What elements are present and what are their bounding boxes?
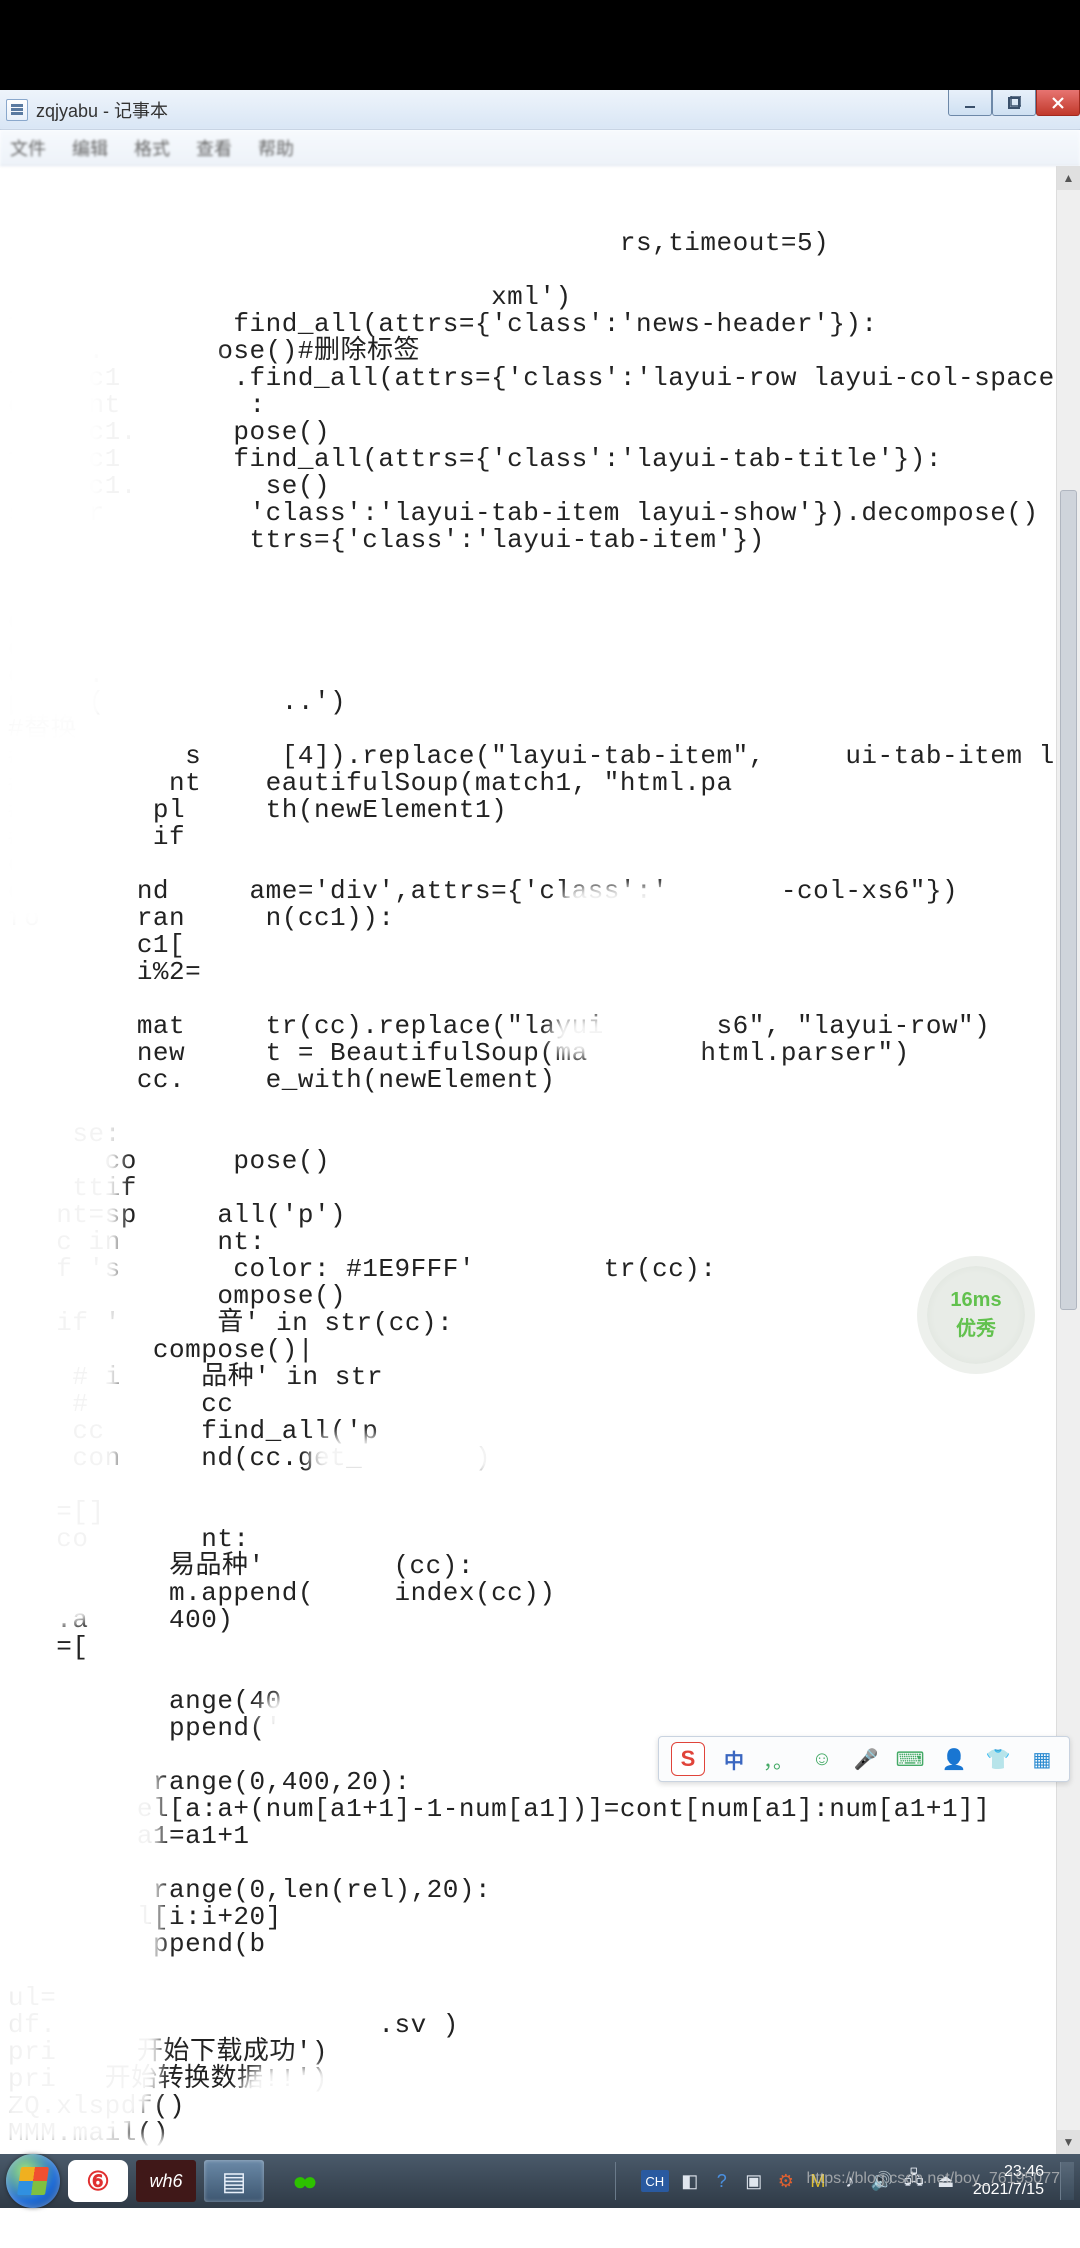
tray-help-icon[interactable]: ? (711, 2170, 733, 2192)
menu-edit[interactable]: 编辑 (72, 135, 108, 161)
menu-format[interactable]: 格式 (134, 135, 170, 161)
menu-file[interactable]: 文件 (10, 135, 46, 161)
ime-voice-icon[interactable]: 🎤 (851, 1744, 881, 1774)
watermark: https://blog.csdn.net/boy_76195077 (806, 2170, 1060, 2188)
notepad-icon (6, 99, 28, 121)
show-desktop-button[interactable] (1060, 2162, 1074, 2200)
menu-view[interactable]: 查看 (196, 135, 232, 161)
tray-separator (615, 2162, 631, 2200)
vertical-scrollbar[interactable]: ▲ ▼ (1056, 166, 1080, 2154)
ime-lang[interactable]: 中 (719, 1744, 749, 1774)
ping-label: 优秀 (956, 1312, 996, 1341)
taskbar-item-notepad[interactable]: ▤ (204, 2160, 264, 2202)
ime-skin-icon[interactable]: 👕 (983, 1744, 1013, 1774)
minimize-button[interactable] (948, 90, 992, 116)
taskbar-item-wh6[interactable]: wh6 (136, 2160, 196, 2202)
menubar[interactable]: 文件 编辑 格式 查看 帮助 (0, 130, 1080, 166)
taskbar-item-netease[interactable]: ⑥ (68, 2160, 128, 2202)
scroll-down-arrow[interactable]: ▼ (1057, 2130, 1080, 2154)
ping-badge: 16ms 优秀 (927, 1266, 1025, 1364)
sogou-icon[interactable]: S (671, 1742, 705, 1776)
menu-help[interactable]: 帮助 (258, 135, 294, 161)
ime-grid-icon[interactable]: ▦ (1027, 1744, 1057, 1774)
top-black-bar (0, 0, 1080, 90)
taskbar-item-wechat[interactable]: ●● (272, 2160, 332, 2202)
editor-content[interactable]: rs,timeout=5) xml') for find_all(attrs={… (0, 166, 1080, 2157)
window-title: zqjyabu - 记事本 (36, 97, 168, 123)
ping-ms: 16ms (950, 1289, 1001, 1312)
window-controls (948, 90, 1080, 116)
scroll-track[interactable] (1057, 190, 1080, 2130)
ime-user-icon[interactable]: 👤 (939, 1744, 969, 1774)
tray-lang-icon[interactable]: CH (641, 2170, 669, 2192)
titlebar[interactable]: zqjyabu - 记事本 (0, 90, 1080, 130)
tray-app1-icon[interactable]: ▣ (743, 2170, 765, 2192)
editor-area: rs,timeout=5) xml') for find_all(attrs={… (0, 166, 1080, 2154)
ime-keyboard-icon[interactable]: ⌨ (895, 1744, 925, 1774)
tray-keyboard-icon[interactable]: ◧ (679, 2170, 701, 2192)
ime-emoji-icon[interactable]: ☺ (807, 1744, 837, 1774)
ime-toolbar[interactable]: S 中 ，。 ☺ 🎤 ⌨ 👤 👕 ▦ (658, 1736, 1070, 1782)
tray-app2-icon[interactable]: ⚙ (775, 2170, 797, 2192)
notepad-window: zqjyabu - 记事本 文件 编辑 格式 查看 帮助 rs,timeout=… (0, 90, 1080, 2154)
start-button[interactable] (6, 2154, 60, 2208)
scroll-thumb[interactable] (1060, 490, 1077, 1310)
maximize-button[interactable] (992, 90, 1036, 116)
close-button[interactable] (1036, 90, 1080, 116)
scroll-up-arrow[interactable]: ▲ (1057, 166, 1080, 190)
ime-punct-icon[interactable]: ，。 (763, 1744, 793, 1774)
